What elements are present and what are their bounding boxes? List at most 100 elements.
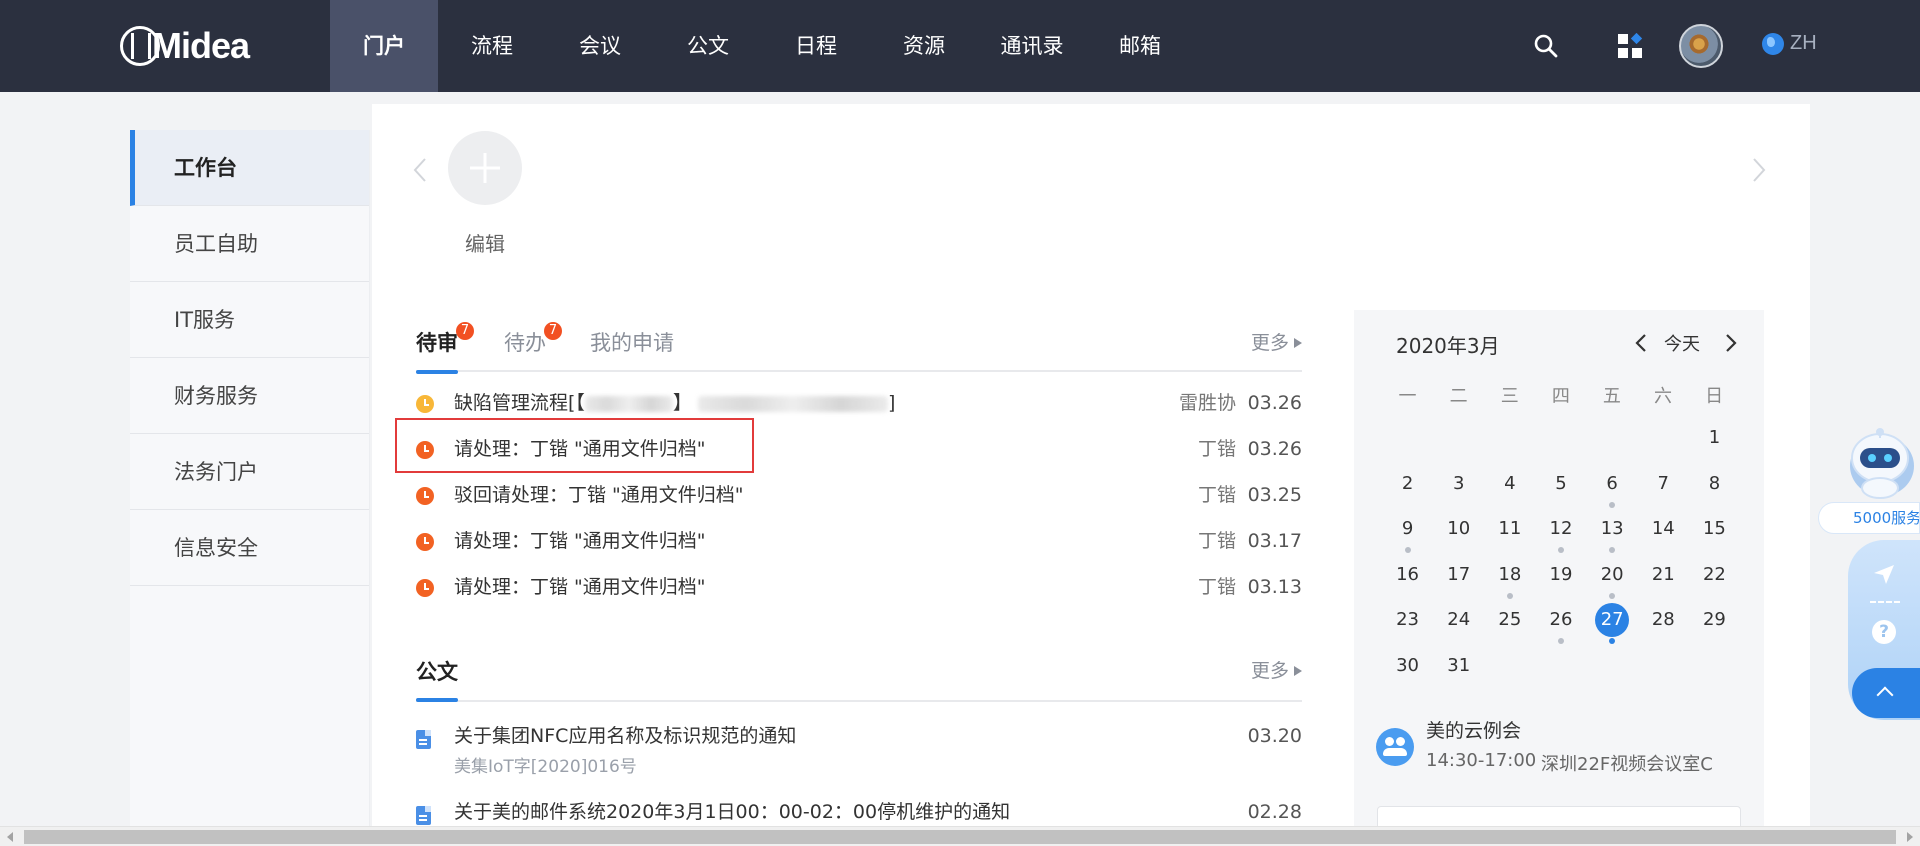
calendar-day[interactable]: 26 <box>1541 600 1581 640</box>
calendar-day[interactable]: 29 <box>1694 600 1734 640</box>
sidebar-item-employee-self-service[interactable]: 员工自助 <box>130 206 369 282</box>
calendar-day[interactable]: 12 <box>1541 509 1581 549</box>
weekday-label: 日 <box>1705 386 1724 407</box>
back-to-top-button[interactable] <box>1852 668 1920 718</box>
calendar-day[interactable]: 15 <box>1694 509 1734 549</box>
calendar-day[interactable]: 3 <box>1439 464 1479 504</box>
chevron-right-icon[interactable] <box>1724 332 1738 354</box>
left-sidebar: 工作台 员工自助 IT服务 财务服务 法务门户 信息安全 <box>130 130 370 846</box>
calendar-day[interactable]: 21 <box>1643 555 1683 595</box>
nav-portal[interactable]: 门户 <box>330 0 438 92</box>
task-row[interactable]: 请处理：丁锴 "通用文件归档" 丁锴 03.13 <box>416 564 1302 610</box>
send-icon[interactable] <box>1872 562 1896 586</box>
scrollbar-thumb[interactable] <box>24 830 1896 844</box>
calendar-day[interactable]: 20 <box>1592 555 1632 595</box>
calendar-day[interactable]: 8 <box>1694 464 1734 504</box>
tab-my-requests[interactable]: 我的申请 <box>590 326 674 372</box>
service-count-pill[interactable]: 5000服务 <box>1818 502 1920 534</box>
calendar-event-dot <box>1609 592 1616 599</box>
chevron-left-icon[interactable] <box>412 156 428 184</box>
event-time: 14:30-17:00 <box>1426 750 1537 771</box>
sidebar-item-finance-service[interactable]: 财务服务 <box>130 358 369 434</box>
logo-text: Midea <box>152 25 250 66</box>
calendar-day[interactable]: 17 <box>1439 555 1479 595</box>
nav-process[interactable]: 流程 <box>438 0 546 92</box>
language-switcher[interactable]: ZH <box>1762 32 1817 55</box>
user-avatar[interactable] <box>1679 24 1723 68</box>
calendar-event-dot <box>1404 547 1411 553</box>
search-icon[interactable] <box>1533 33 1559 59</box>
document-row[interactable]: 关于集团NFC应用名称及标识规范的通知 美集IoT字[2020]016号 03.… <box>416 716 1302 792</box>
calendar-day[interactable]: 13 <box>1592 509 1632 549</box>
document-list: 关于集团NFC应用名称及标识规范的通知 美集IoT字[2020]016号 03.… <box>416 716 1302 832</box>
help-icon[interactable]: ? <box>1872 620 1896 644</box>
nav-mailbox[interactable]: 邮箱 <box>1086 0 1194 92</box>
calendar-day[interactable]: 28 <box>1643 600 1683 640</box>
calendar-day[interactable]: 27 <box>1595 603 1630 637</box>
calendar-day[interactable]: 2 <box>1388 464 1428 504</box>
tab-todo[interactable]: 待办 7 <box>504 322 562 372</box>
nav-resources[interactable]: 资源 <box>870 0 978 92</box>
chevron-right-icon[interactable] <box>1751 156 1767 184</box>
calendar-day[interactable]: 23 <box>1388 600 1428 640</box>
calendar-day[interactable]: 25 <box>1490 600 1530 640</box>
document-date: 03.20 <box>1247 725 1302 747</box>
task-row[interactable]: 请处理：丁锴 "通用文件归档" 丁锴 03.17 <box>416 518 1302 564</box>
tab-todo-label: 待办 <box>504 331 546 355</box>
weekday-label: 一 <box>1398 386 1417 407</box>
weekday-label: 二 <box>1449 386 1468 407</box>
calendar-day[interactable]: 4 <box>1490 464 1530 504</box>
nav-documents[interactable]: 公文 <box>654 0 762 92</box>
robot-assistant-icon[interactable] <box>1832 424 1920 504</box>
calendar-day[interactable]: 5 <box>1541 464 1581 504</box>
nav-schedule[interactable]: 日程 <box>762 0 870 92</box>
calendar-today-button[interactable]: 今天 <box>1664 330 1700 356</box>
sidebar-item-info-security[interactable]: 信息安全 <box>130 510 369 586</box>
calendar-day[interactable]: 6 <box>1592 464 1632 504</box>
nav-meeting[interactable]: 会议 <box>546 0 654 92</box>
calendar-day[interactable]: 1 <box>1694 418 1734 458</box>
sidebar-item-workbench[interactable]: 工作台 <box>130 130 369 206</box>
calendar-day[interactable]: 22 <box>1694 555 1734 595</box>
calendar-day[interactable]: 11 <box>1490 509 1530 549</box>
calendar-event-dot <box>1558 547 1564 553</box>
tab-pending-approval[interactable]: 待审 7 <box>416 322 474 374</box>
apps-grid-icon[interactable] <box>1617 33 1643 59</box>
tab-official-documents[interactable]: 公文 <box>416 654 458 702</box>
language-label: ZH <box>1790 32 1817 54</box>
sidebar-item-it-service[interactable]: IT服务 <box>130 282 369 358</box>
task-row[interactable]: 驳回请处理：丁锴 "通用文件归档" 丁锴 03.25 <box>416 472 1302 518</box>
calendar-day[interactable]: 9 <box>1388 509 1428 549</box>
calendar-day[interactable]: 31 <box>1439 646 1479 686</box>
redacted-text <box>697 395 888 412</box>
calendar-day[interactable]: 18 <box>1490 555 1530 595</box>
midea-logo[interactable]: Midea <box>120 16 250 76</box>
highlight-annotation-box <box>395 418 754 473</box>
nav-contacts[interactable]: 通讯录 <box>978 0 1086 92</box>
document-title: 关于集团NFC应用名称及标识规范的通知 <box>454 725 797 747</box>
scroll-left-arrow-icon[interactable] <box>7 832 13 842</box>
weekday-label: 四 <box>1551 386 1570 407</box>
calendar-day[interactable]: 24 <box>1439 600 1479 640</box>
triangle-right-icon <box>1294 666 1302 676</box>
sidebar-item-legal-portal[interactable]: 法务门户 <box>130 434 369 510</box>
add-shortcut-button[interactable] <box>448 131 522 205</box>
calendar-day[interactable]: 16 <box>1388 555 1428 595</box>
clock-icon <box>416 579 434 597</box>
calendar-day[interactable]: 14 <box>1643 509 1683 549</box>
calendar-day[interactable]: 30 <box>1388 646 1428 686</box>
horizontal-scrollbar[interactable] <box>0 826 1920 846</box>
calendar-day[interactable]: 19 <box>1541 555 1581 595</box>
toolbar-divider <box>1870 601 1900 603</box>
triangle-right-icon <box>1294 338 1302 348</box>
calendar-day[interactable]: 7 <box>1643 464 1683 504</box>
calendar-day[interactable]: 10 <box>1439 509 1479 549</box>
document-tabs: 公文 更多 <box>416 654 1302 702</box>
event-title[interactable]: 美的云例会 <box>1426 716 1521 743</box>
documents-more-link[interactable]: 更多 <box>1251 654 1302 688</box>
scroll-right-arrow-icon[interactable] <box>1907 832 1913 842</box>
add-shortcut-label: 编辑 <box>465 232 505 256</box>
tasks-more-link[interactable]: 更多 <box>1251 326 1302 360</box>
chevron-left-icon[interactable] <box>1634 332 1648 354</box>
redacted-text <box>584 395 673 412</box>
